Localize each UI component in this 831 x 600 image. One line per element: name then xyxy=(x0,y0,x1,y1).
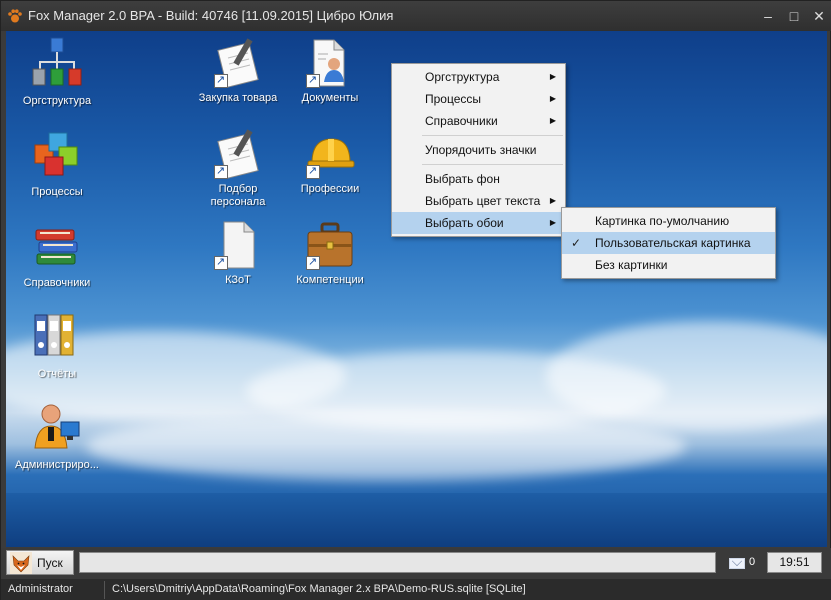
menu-item-choose-background[interactable]: Выбрать фон xyxy=(392,168,565,190)
menu-item-choose-text-color[interactable]: Выбрать цвет текста ▶ xyxy=(392,190,565,212)
desktop-icon-label: Отчёты xyxy=(37,368,77,380)
menu-item-org-structure[interactable]: Оргструктура ▶ xyxy=(392,66,565,88)
shortcut-arrow-icon xyxy=(306,255,320,270)
menu-item-choose-wallpaper[interactable]: Выбрать обои ▶ xyxy=(392,212,565,234)
clock: 19:51 xyxy=(767,552,822,573)
shortcut-arrow-icon xyxy=(214,255,228,270)
mail-indicator[interactable]: 0 xyxy=(729,556,769,572)
submenu-arrow-icon: ▶ xyxy=(549,196,556,205)
desktop-icon-staffing[interactable]: Подбор персонала xyxy=(190,127,286,209)
menu-item-label: Упорядочить значки xyxy=(425,143,537,157)
desktop-icon-professions[interactable]: Профессии xyxy=(282,127,378,196)
desktop-icon-documents[interactable]: Документы xyxy=(282,36,378,105)
menu-item-label: Пользовательская картинка xyxy=(595,236,751,250)
notepad-pen-icon xyxy=(212,36,264,90)
status-divider xyxy=(104,581,105,599)
desktop-icon-competencies[interactable]: Компетенции xyxy=(282,218,378,287)
envelope-icon xyxy=(729,558,745,569)
submenu-item-custom-picture[interactable]: ✓ Пользовательская картинка xyxy=(562,232,775,254)
desktop-icon-purchase[interactable]: Закупка товара xyxy=(190,36,286,105)
status-user: Administrator xyxy=(8,583,73,595)
cubes-icon xyxy=(34,132,78,176)
close-button[interactable]: ✕ xyxy=(809,7,829,25)
shortcut-arrow-icon xyxy=(214,73,228,88)
shortcut-arrow-icon xyxy=(306,164,320,179)
menu-separator xyxy=(422,164,563,165)
desktop-icon-label: КЗоТ xyxy=(225,274,251,286)
books-icon xyxy=(35,229,78,265)
submenu-arrow-icon: ▶ xyxy=(549,94,556,103)
desktop-icon-label: Профессии xyxy=(300,183,360,195)
desktop-context-menu: Оргструктура ▶ Процессы ▶ Справочники ▶ … xyxy=(391,63,566,237)
menu-item-label: Выбрать цвет текста xyxy=(425,194,541,208)
sea-decoration xyxy=(6,493,827,547)
admin-user-icon xyxy=(34,404,80,449)
minimize-button[interactable]: – xyxy=(758,7,778,25)
binders-icon xyxy=(34,314,74,356)
desktop-icon-references[interactable]: Справочники xyxy=(9,218,105,290)
taskbar-task-area[interactable] xyxy=(79,552,716,573)
menu-item-label: Картинка по-умолчанию xyxy=(595,214,730,228)
desktop-icon-label: Подбор персонала xyxy=(210,183,266,208)
desktop-icon-labor-code[interactable]: КЗоТ xyxy=(190,218,286,287)
blank-document-icon xyxy=(212,218,264,272)
checkmark-icon: ✓ xyxy=(571,236,582,250)
submenu-arrow-icon: ▶ xyxy=(549,116,556,125)
submenu-item-no-picture[interactable]: Без картинки xyxy=(562,254,775,276)
status-bar: Administrator C:\Users\Dmitriy\AppData\R… xyxy=(1,579,831,600)
desktop-icon-label: Процессы xyxy=(31,186,83,198)
desktop-icon-label: Закупка товара xyxy=(198,92,278,104)
fox-logo-icon xyxy=(10,551,32,574)
desktop-icon-label: Справочники xyxy=(23,277,91,289)
submenu-arrow-icon: ▶ xyxy=(549,72,556,81)
menu-item-arrange-icons[interactable]: Упорядочить значки xyxy=(392,139,565,161)
taskbar: Пуск 0 19:51 xyxy=(1,548,831,579)
mail-count: 0 xyxy=(749,556,756,568)
desktop-icon-label: Компетенции xyxy=(296,274,364,286)
desktop-icon-reports[interactable]: Отчёты xyxy=(9,309,105,381)
briefcase-icon xyxy=(304,218,356,272)
start-button-label: Пуск xyxy=(37,555,63,570)
menu-item-label: Справочники xyxy=(425,114,498,128)
window-title: Fox Manager 2.0 BPA - Build: 40746 [11.0… xyxy=(28,8,394,23)
wallpaper-submenu: Картинка по-умолчанию ✓ Пользовательская… xyxy=(561,207,776,279)
menu-item-label: Без картинки xyxy=(595,258,668,272)
desktop-icon-label: Документы xyxy=(301,92,359,104)
app-window: Fox Manager 2.0 BPA - Build: 40746 [11.0… xyxy=(0,0,831,600)
title-bar[interactable]: Fox Manager 2.0 BPA - Build: 40746 [11.0… xyxy=(1,1,831,31)
menu-separator xyxy=(422,135,563,136)
hard-hat-icon xyxy=(304,127,356,181)
status-db-path: C:\Users\Dmitriy\AppData\Roaming\Fox Man… xyxy=(112,583,526,595)
menu-item-label: Оргструктура xyxy=(425,70,500,84)
fox-paw-icon xyxy=(8,9,22,23)
cloud-decoration xyxy=(86,411,686,481)
menu-item-label: Процессы xyxy=(425,92,482,106)
shortcut-arrow-icon xyxy=(306,73,320,88)
menu-item-processes[interactable]: Процессы ▶ xyxy=(392,88,565,110)
org-structure-icon xyxy=(32,37,82,86)
notepad-pen-icon xyxy=(212,127,264,181)
submenu-arrow-icon: ▶ xyxy=(549,218,556,227)
menu-item-label: Выбрать фон xyxy=(425,172,500,186)
desktop-icon-label: Администриро... xyxy=(15,459,99,471)
menu-item-label: Выбрать обои xyxy=(425,216,504,230)
desktop-icon-org-structure[interactable]: Оргструктура xyxy=(9,36,105,108)
document-person-icon xyxy=(304,36,356,90)
desktop-icon-processes[interactable]: Процессы xyxy=(9,127,105,199)
start-button[interactable]: Пуск xyxy=(6,550,74,575)
maximize-button[interactable]: □ xyxy=(784,7,804,25)
desktop-icon-label: Оргструктура xyxy=(22,95,92,107)
menu-item-references[interactable]: Справочники ▶ xyxy=(392,110,565,132)
shortcut-arrow-icon xyxy=(214,164,228,179)
submenu-item-default-picture[interactable]: Картинка по-умолчанию xyxy=(562,210,775,232)
desktop-icon-admin[interactable]: Администриро... xyxy=(9,400,105,472)
